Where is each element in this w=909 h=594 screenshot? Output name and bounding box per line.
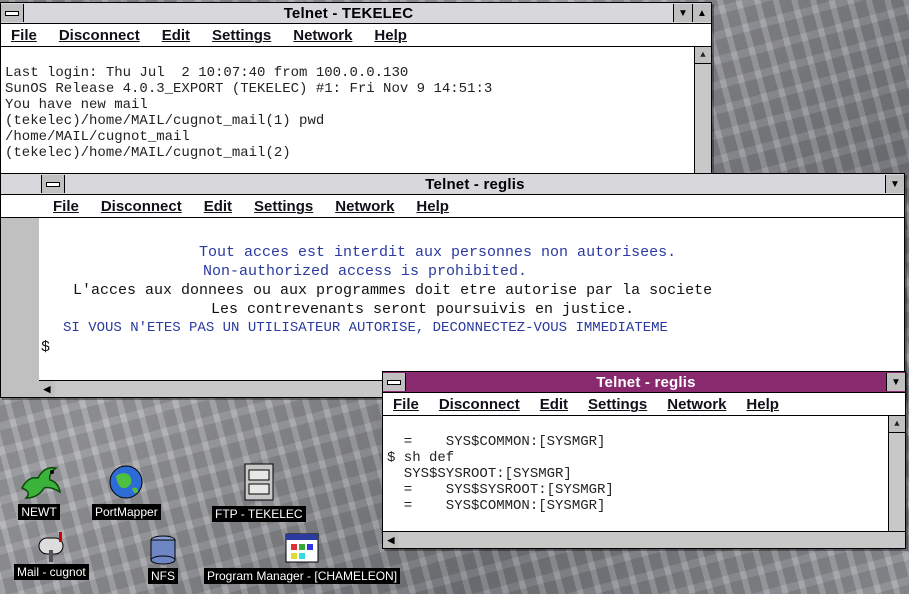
mail-cugnot-icon[interactable]: Mail - cugnot	[14, 528, 89, 580]
terminal-line: Non-authorized access is prohibited.	[203, 263, 528, 280]
window-title: Telnet - TEKELEC	[283, 4, 414, 22]
database-icon	[150, 535, 176, 565]
window-title: Telnet - reglis	[425, 175, 525, 193]
menu-bar: File Disconnect Edit Settings Network He…	[383, 393, 905, 416]
menu-file[interactable]: File	[393, 396, 419, 413]
menu-disconnect[interactable]: Disconnect	[101, 198, 182, 215]
menu-settings[interactable]: Settings	[588, 396, 647, 413]
scroll-up-arrow-icon[interactable]: ▲	[889, 416, 905, 433]
scroll-left-arrow-icon[interactable]: ◀	[39, 381, 55, 397]
terminal-area[interactable]: Tout acces est interdit aux personnes no…	[39, 218, 904, 382]
menu-edit[interactable]: Edit	[162, 27, 190, 44]
menu-disconnect[interactable]: Disconnect	[59, 27, 140, 44]
newt-icon[interactable]: NEWT	[14, 458, 64, 520]
terminal-line: $ sh def	[387, 450, 455, 466]
program-group-icon	[285, 533, 319, 563]
terminal-area[interactable]: Last login: Thu Jul 2 10:07:40 from 100.…	[1, 47, 711, 177]
system-menu-button[interactable]	[1, 4, 24, 22]
horizontal-scrollbar[interactable]: ◀	[383, 531, 905, 548]
menu-help[interactable]: Help	[746, 396, 779, 413]
terminal-prompt: $	[41, 339, 51, 356]
vertical-scrollbar[interactable]: ▲	[888, 416, 905, 536]
icon-label: NFS	[148, 568, 178, 584]
file-cabinet-icon	[244, 463, 274, 501]
vertical-scrollbar[interactable]: ▲	[694, 47, 711, 177]
menu-edit[interactable]: Edit	[540, 396, 568, 413]
terminal-line: Les contrevenants seront poursuivis en j…	[211, 301, 635, 318]
telnet-reglis-window[interactable]: Telnet - reglis ▼ File Disconnect Edit S…	[0, 173, 905, 398]
terminal-line: = SYS$COMMON:[SYSMGR]	[387, 434, 606, 450]
scroll-up-arrow-icon[interactable]: ▲	[695, 47, 711, 64]
lizard-icon	[20, 466, 62, 499]
maximize-button[interactable]: ▲	[692, 4, 711, 22]
minimize-button[interactable]: ▼	[886, 373, 905, 391]
menu-file[interactable]: File	[11, 27, 37, 44]
terminal-line: You have new mail	[5, 97, 148, 113]
menu-help[interactable]: Help	[416, 198, 449, 215]
nfs-icon[interactable]: NFS	[148, 534, 178, 584]
icon-label: Program Manager - [CHAMELEON]	[204, 568, 401, 584]
mailbox-icon	[38, 532, 64, 562]
title-bar[interactable]: Telnet - reglis ▼	[383, 372, 905, 393]
terminal-line: SunOS Release 4.0.3_EXPORT (TEKELEC) #1:…	[5, 81, 493, 97]
icon-label: FTP - TEKELEC	[212, 506, 306, 522]
menu-network[interactable]: Network	[335, 198, 394, 215]
window-title: Telnet - reglis	[596, 373, 696, 391]
menu-bar: File Disconnect Edit Settings Network He…	[1, 195, 904, 218]
minimize-button[interactable]: ▼	[673, 4, 692, 22]
icon-label: Mail - cugnot	[14, 564, 89, 580]
menu-network[interactable]: Network	[667, 396, 726, 413]
terminal-line: Last login: Thu Jul 2 10:07:40 from 100.…	[5, 65, 409, 81]
terminal-line: Tout acces est interdit aux personnes no…	[199, 244, 677, 261]
terminal-line: (tekelec)/home/MAIL/cugnot_mail(1) pwd	[5, 113, 325, 129]
menu-edit[interactable]: Edit	[204, 198, 232, 215]
menu-settings[interactable]: Settings	[254, 198, 313, 215]
program-manager-icon[interactable]: Program Manager - [CHAMELEON]	[204, 532, 401, 584]
telnet-tekelec-window[interactable]: Telnet - TEKELEC ▼ ▲ File Disconnect Edi…	[0, 2, 712, 177]
terminal-area[interactable]: = SYS$COMMON:[SYSMGR] $ sh def SYS$SYSROO…	[383, 416, 905, 536]
menu-network[interactable]: Network	[293, 27, 352, 44]
terminal-line: L'acces aux donnees ou aux programmes do…	[73, 282, 713, 299]
telnet-reglis-active-window[interactable]: Telnet - reglis ▼ File Disconnect Edit S…	[382, 371, 906, 549]
system-menu-button[interactable]	[41, 175, 65, 193]
menu-disconnect[interactable]: Disconnect	[439, 396, 520, 413]
globe-icon	[109, 465, 143, 499]
system-menu-button[interactable]	[383, 373, 406, 391]
terminal-line: (tekelec)/home/MAIL/cugnot_mail(2)	[5, 145, 291, 161]
menu-file[interactable]: File	[53, 198, 79, 215]
title-bar[interactable]: Telnet - reglis ▼	[1, 174, 904, 195]
portmapper-icon[interactable]: PortMapper	[92, 462, 161, 520]
terminal-line: SYS$SYSROOT:[SYSMGR]	[387, 466, 572, 482]
scroll-left-arrow-icon[interactable]: ◀	[383, 532, 399, 548]
menu-help[interactable]: Help	[374, 27, 407, 44]
terminal-line: = SYS$SYSROOT:[SYSMGR]	[387, 482, 614, 498]
ftp-tekelec-icon[interactable]: FTP - TEKELEC	[212, 460, 306, 522]
title-bar[interactable]: Telnet - TEKELEC ▼ ▲	[1, 3, 711, 24]
terminal-line: = SYS$COMMON:[SYSMGR]	[387, 498, 606, 514]
menu-settings[interactable]: Settings	[212, 27, 271, 44]
icon-label: PortMapper	[92, 504, 161, 520]
terminal-line: SI VOUS N'ETES PAS UN UTILISATEUR AUTORI…	[63, 320, 668, 336]
icon-label: NEWT	[18, 504, 60, 520]
menu-bar: File Disconnect Edit Settings Network He…	[1, 24, 711, 47]
terminal-line: /home/MAIL/cugnot_mail	[5, 129, 190, 145]
minimize-button[interactable]: ▼	[885, 175, 904, 193]
